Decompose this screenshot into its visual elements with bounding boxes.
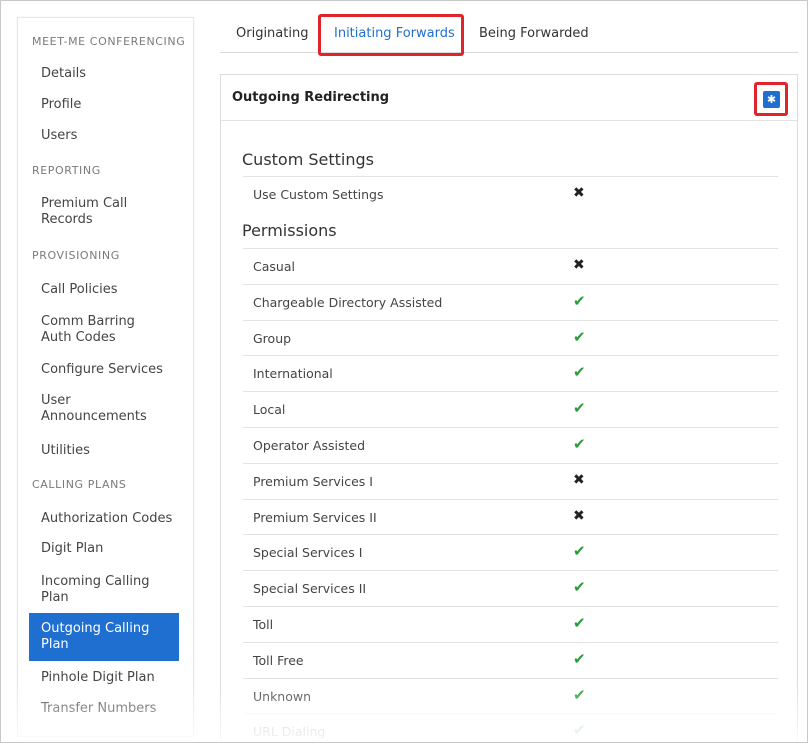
tab-initiating-forwards[interactable]: Initiating Forwards bbox=[334, 15, 455, 53]
check-icon: ✔ bbox=[573, 291, 586, 310]
tab-originating[interactable]: Originating bbox=[236, 15, 308, 53]
sidebar-item-call-policies[interactable]: Call Policies bbox=[29, 282, 179, 298]
check-icon: ✔ bbox=[573, 721, 586, 740]
cross-icon: ✖ bbox=[573, 185, 585, 201]
panel-title: Outgoing Redirecting bbox=[232, 90, 390, 105]
sidebar-item-transfer-numbers[interactable]: Transfer Numbers bbox=[29, 701, 179, 717]
permission-label: Premium Services II bbox=[253, 509, 377, 525]
tab-being-forwarded[interactable]: Being Forwarded bbox=[479, 15, 589, 53]
sidebar-item-user-announcements[interactable]: User Announcements bbox=[29, 393, 147, 425]
permission-label: Toll Free bbox=[253, 652, 304, 668]
check-icon: ✔ bbox=[573, 327, 586, 346]
sidebar-section-meet-me-conferencing: MEET-ME CONFERENCING bbox=[32, 35, 186, 48]
check-icon: ✔ bbox=[573, 614, 586, 632]
sidebar-item-profile[interactable]: Profile bbox=[29, 97, 179, 113]
check-icon: ✔ bbox=[573, 363, 586, 382]
sidebar-item-users[interactable]: Users bbox=[29, 128, 179, 144]
permissions-heading: Permissions bbox=[242, 221, 337, 240]
sidebar-section-provisioning: PROVISIONING bbox=[32, 249, 120, 262]
sidebar-item-comm-barring-auth-codes[interactable]: Comm Barring Auth Codes bbox=[29, 314, 169, 346]
permission-row: Special Services I ✔ bbox=[243, 534, 778, 570]
sidebar-item-utilities[interactable]: Utilities bbox=[29, 443, 179, 459]
permission-row: Premium Services II ✖ bbox=[243, 498, 778, 535]
sidebar-item-incoming-calling-plan[interactable]: Incoming Calling Plan bbox=[29, 574, 154, 606]
custom-settings-heading: Custom Settings bbox=[242, 150, 375, 169]
permission-label: Premium Services I bbox=[253, 473, 373, 489]
sidebar-item-outgoing-calling-plan[interactable]: Outgoing Calling Plan bbox=[29, 613, 179, 661]
sidebar-item-digit-plan[interactable]: Digit Plan bbox=[29, 541, 179, 557]
app-window: MEET-ME CONFERENCING Details Profile Use… bbox=[0, 0, 808, 743]
permission-row: Special Services II ✔ bbox=[243, 570, 778, 606]
permission-label: Toll bbox=[253, 617, 274, 632]
permission-label: Chargeable Directory Assisted bbox=[253, 294, 443, 310]
permission-row: Unknown ✔ bbox=[243, 677, 778, 714]
settings-highlight-box: ✱ bbox=[754, 82, 788, 116]
permission-row: Local ✔ bbox=[243, 391, 778, 427]
permission-label: International bbox=[253, 366, 333, 382]
permission-label: Operator Assisted bbox=[253, 438, 366, 453]
cross-icon: ✖ bbox=[573, 507, 585, 524]
setting-row: Use Custom Settings ✖ bbox=[243, 176, 778, 212]
permission-label: Local bbox=[253, 402, 286, 418]
permission-row: Operator Assisted ✔ bbox=[243, 427, 778, 463]
tab-bar: Originating Initiating Forwards Being Fo… bbox=[220, 14, 798, 56]
permission-row: Casual ✖ bbox=[243, 248, 778, 284]
cross-icon: ✖ bbox=[573, 257, 585, 273]
check-icon: ✔ bbox=[573, 542, 586, 561]
permission-row: URL Dialing ✔ bbox=[243, 713, 778, 742]
sidebar-item-premium-call-records[interactable]: Premium Call Records bbox=[29, 196, 149, 228]
sidebar-section-calling-plans: CALLING PLANS bbox=[32, 478, 127, 491]
panel-header: Outgoing Redirecting ✱ bbox=[221, 75, 797, 121]
permission-row: Chargeable Directory Assisted ✔ bbox=[243, 283, 778, 320]
check-icon: ✔ bbox=[573, 578, 586, 597]
settings-button[interactable]: ✱ bbox=[763, 91, 780, 108]
permission-label: Casual bbox=[253, 259, 295, 274]
sidebar-item-authorization-codes[interactable]: Authorization Codes bbox=[29, 511, 179, 527]
sidebar-item-details[interactable]: Details bbox=[29, 66, 179, 82]
permission-row: Toll ✔ bbox=[243, 606, 778, 642]
sidebar: MEET-ME CONFERENCING Details Profile Use… bbox=[17, 17, 194, 737]
check-icon: ✔ bbox=[573, 399, 586, 418]
permission-row: Premium Services I ✖ bbox=[243, 462, 778, 499]
cross-icon: ✖ bbox=[573, 471, 585, 488]
sidebar-section-reporting: REPORTING bbox=[32, 164, 101, 177]
permission-label: Special Services I bbox=[253, 545, 363, 561]
check-icon: ✔ bbox=[573, 685, 586, 704]
check-icon: ✔ bbox=[573, 649, 586, 668]
sidebar-item-configure-services[interactable]: Configure Services bbox=[29, 362, 179, 378]
permission-row: International ✔ bbox=[243, 355, 778, 391]
sidebar-item-pinhole-digit-plan[interactable]: Pinhole Digit Plan bbox=[29, 670, 179, 686]
permission-label: Group bbox=[253, 330, 292, 346]
permission-label: Unknown bbox=[253, 688, 312, 704]
permission-label: URL Dialing bbox=[253, 724, 326, 740]
check-icon: ✔ bbox=[573, 435, 586, 453]
outgoing-redirecting-panel: Outgoing Redirecting ✱ Custom Settings U… bbox=[220, 74, 798, 742]
setting-label: Use Custom Settings bbox=[253, 187, 384, 202]
permission-row: Group ✔ bbox=[243, 319, 778, 356]
gear-icon: ✱ bbox=[766, 93, 777, 106]
permission-label: Special Services II bbox=[253, 581, 367, 597]
permission-row: Toll Free ✔ bbox=[243, 641, 778, 678]
